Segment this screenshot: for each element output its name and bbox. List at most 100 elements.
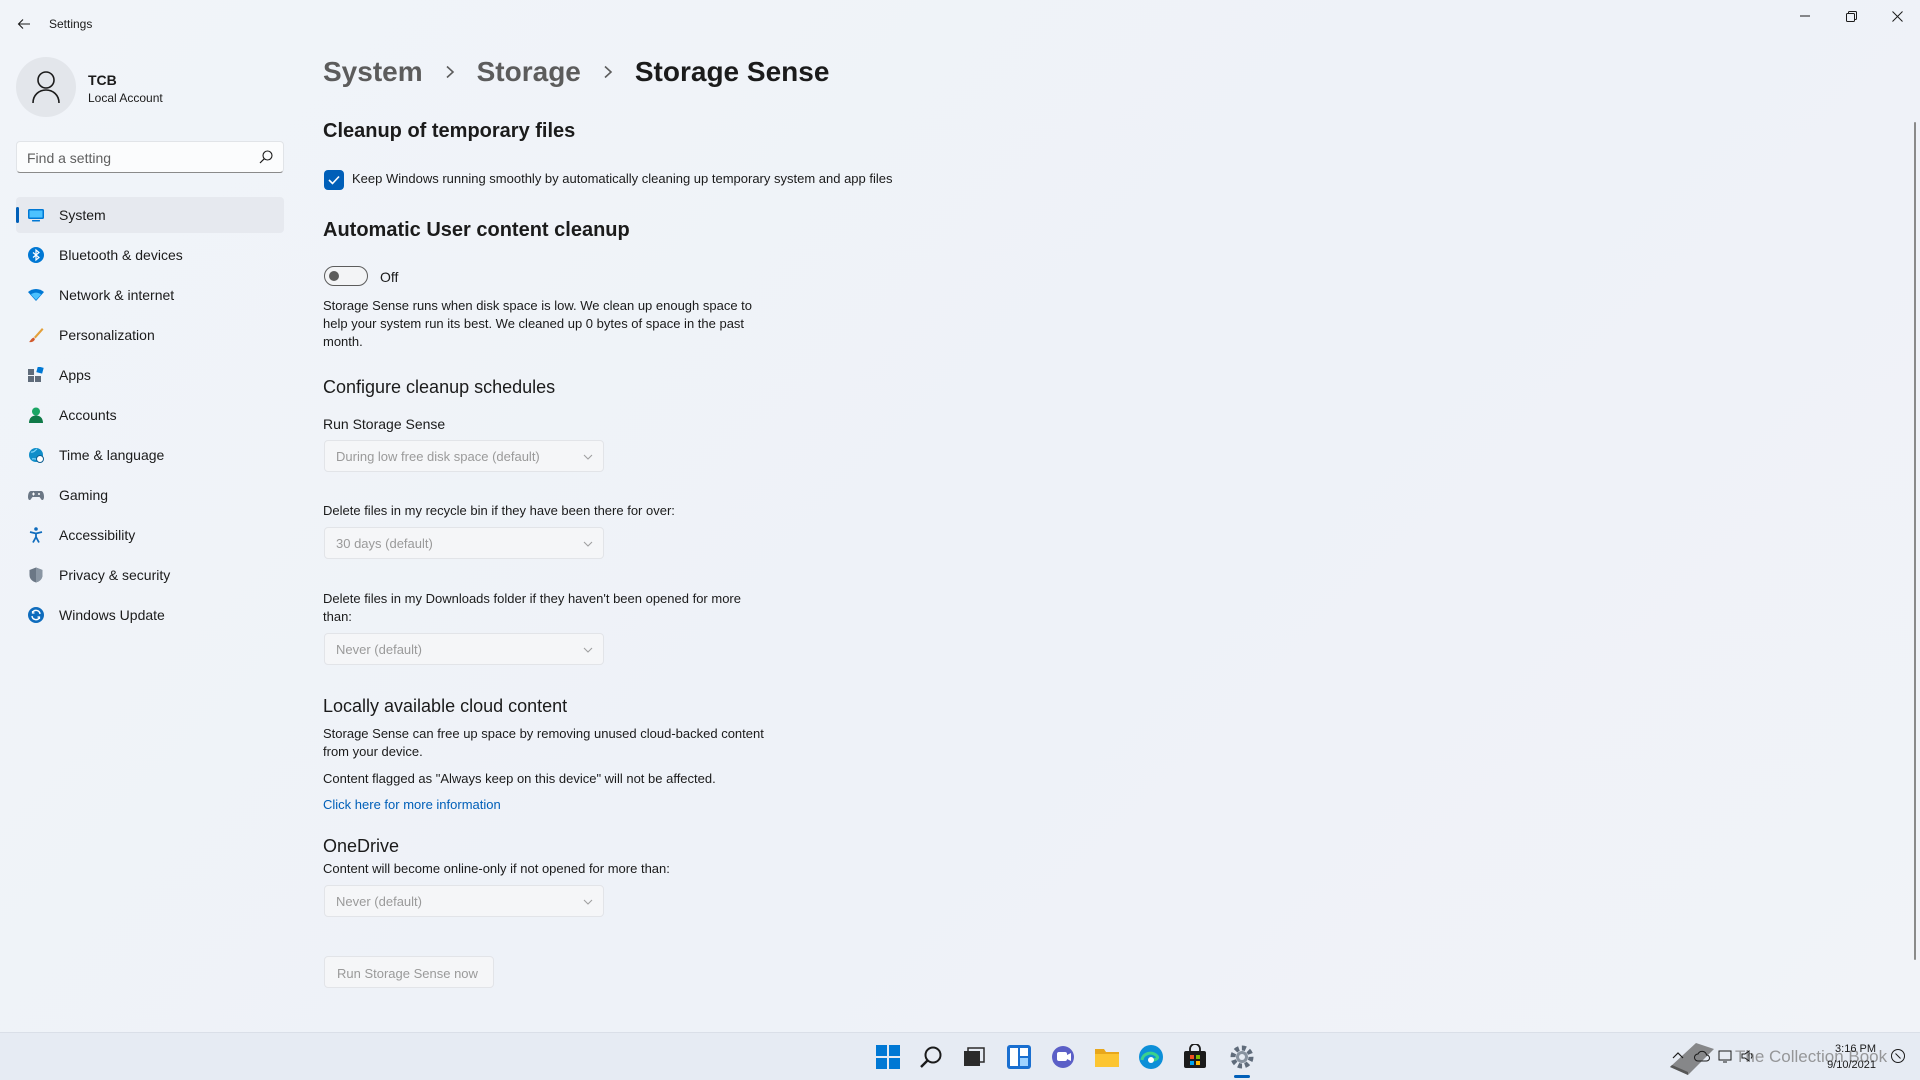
chevron-up-icon[interactable] — [1670, 1048, 1686, 1064]
sidebar-item-time-language[interactable]: Time & language — [16, 437, 284, 473]
clock-date[interactable]: 9/10/2021 — [1827, 1059, 1876, 1071]
auto-cleanup-heading: Automatic User content cleanup — [323, 219, 630, 241]
sidebar-item-personalization[interactable]: Personalization — [16, 317, 284, 353]
widgets-button[interactable] — [1005, 1043, 1033, 1071]
sidebar-item-network[interactable]: Network & internet — [16, 277, 284, 313]
breadcrumb-storage[interactable]: Storage — [477, 56, 581, 88]
clock-time[interactable]: 3:16 PM — [1835, 1043, 1876, 1055]
account-type: Local Account — [88, 91, 163, 105]
search-input[interactable]: Find a setting — [16, 141, 284, 173]
bluetooth-icon — [28, 247, 44, 263]
gamepad-icon — [28, 491, 44, 501]
sidebar-item-label: Bluetooth & devices — [59, 247, 183, 263]
onedrive-heading: OneDrive — [323, 836, 400, 856]
widgets-icon — [1007, 1045, 1031, 1069]
settings-button[interactable] — [1228, 1043, 1256, 1071]
sidebar-item-bluetooth[interactable]: Bluetooth & devices — [16, 237, 284, 273]
minimize-button[interactable] — [1782, 0, 1828, 32]
file-explorer-icon — [1095, 1049, 1119, 1067]
volume-icon[interactable] — [1740, 1048, 1756, 1064]
person-icon — [32, 71, 60, 104]
accessibility-icon — [29, 527, 43, 543]
dropdown-value: Never (default) — [336, 642, 422, 657]
task-view-button[interactable] — [960, 1043, 988, 1071]
wifi-icon — [28, 289, 44, 301]
globe-clock-icon — [29, 448, 44, 463]
sidebar-item-accessibility[interactable]: Accessibility — [16, 517, 284, 553]
sidebar-item-accounts[interactable]: Accounts — [16, 397, 284, 433]
breadcrumb: System Storage Storage Sense — [323, 56, 829, 88]
page-title: Storage Sense — [634, 56, 830, 87]
chevron-down-icon — [583, 454, 593, 460]
brush-icon — [29, 328, 44, 343]
sidebar-item-gaming[interactable]: Gaming — [16, 477, 284, 513]
cloud-content-description: Storage Sense can free up space by remov… — [323, 726, 764, 759]
edge-icon — [1139, 1045, 1163, 1069]
chevron-down-icon — [583, 541, 593, 547]
edge-button[interactable] — [1137, 1043, 1165, 1071]
network-icon[interactable] — [1718, 1048, 1734, 1064]
recycle-bin-dropdown[interactable]: 30 days (default) — [324, 527, 604, 559]
search-placeholder: Find a setting — [27, 150, 112, 166]
onedrive-dropdown[interactable]: Never (default) — [324, 885, 604, 917]
notification-icon[interactable] — [1890, 1048, 1906, 1064]
sidebar-item-windows-update[interactable]: Windows Update — [16, 597, 284, 633]
chevron-right-icon — [604, 65, 613, 79]
restore-button[interactable] — [1828, 0, 1874, 32]
temp-files-checkbox[interactable] — [324, 170, 344, 190]
shield-icon — [29, 567, 43, 583]
close-button[interactable] — [1874, 0, 1920, 32]
auto-cleanup-toggle[interactable] — [324, 266, 368, 286]
task-view-icon — [964, 1047, 985, 1066]
onedrive-label: Content will become online-only if not o… — [323, 861, 670, 876]
system-tray: 3:16 PM 9/10/2021 — [1670, 1033, 1920, 1080]
close-icon — [1891, 10, 1903, 22]
cloud-content-note: Content flagged as "Always keep on this … — [323, 771, 716, 786]
more-info-link[interactable]: Click here for more information — [323, 797, 501, 812]
breadcrumb-system[interactable]: System — [323, 56, 423, 88]
onedrive-cloud-icon[interactable] — [1694, 1048, 1710, 1064]
search-icon — [920, 1046, 942, 1068]
downloads-label: Delete files in my Downloads folder if t… — [323, 591, 741, 624]
sidebar-item-label: Privacy & security — [59, 567, 171, 583]
start-icon — [876, 1045, 900, 1069]
minimize-icon — [1800, 15, 1810, 17]
back-button[interactable] — [12, 12, 36, 36]
sidebar-item-label: Accounts — [59, 407, 117, 423]
store-icon — [1184, 1044, 1206, 1068]
sidebar-item-privacy[interactable]: Privacy & security — [16, 557, 284, 593]
dropdown-value: 30 days (default) — [336, 536, 433, 551]
sidebar-item-system[interactable]: System — [16, 197, 284, 233]
search-icon[interactable] — [259, 150, 273, 164]
user-profile[interactable]: TCB Local Account — [16, 57, 286, 117]
downloads-dropdown[interactable]: Never (default) — [324, 633, 604, 665]
title-bar: Settings — [0, 0, 1920, 48]
avatar[interactable] — [16, 57, 76, 117]
temp-files-checkbox-label[interactable]: Keep Windows running smoothly by automat… — [352, 171, 893, 186]
taskbar-search-button[interactable] — [917, 1043, 945, 1071]
scrollbar[interactable] — [1914, 122, 1916, 960]
monitor-icon — [28, 209, 44, 222]
update-icon — [28, 607, 44, 623]
store-button[interactable] — [1181, 1043, 1209, 1071]
sidebar-item-label: Personalization — [59, 327, 155, 343]
sidebar-item-label: Apps — [59, 367, 91, 383]
sidebar-item-apps[interactable]: Apps — [16, 357, 284, 393]
chevron-down-icon — [583, 647, 593, 653]
temp-files-heading: Cleanup of temporary files — [323, 120, 576, 142]
taskbar: The Collection Book 3:16 PM 9/10/2021 — [0, 1032, 1920, 1080]
chevron-down-icon — [583, 899, 593, 905]
app-title: Settings — [49, 17, 93, 31]
sidebar-item-label: Network & internet — [59, 287, 175, 303]
cloud-content-heading: Locally available cloud content — [323, 696, 568, 716]
run-storage-sense-dropdown[interactable]: During low free disk space (default) — [324, 440, 604, 472]
apps-icon — [28, 367, 44, 382]
run-storage-sense-button[interactable]: Run Storage Sense now — [324, 956, 494, 988]
chat-button[interactable] — [1049, 1043, 1077, 1071]
start-button[interactable] — [874, 1043, 902, 1071]
schedules-heading: Configure cleanup schedules — [323, 377, 556, 397]
file-explorer-button[interactable] — [1093, 1043, 1121, 1071]
chat-icon — [1052, 1046, 1074, 1068]
recycle-bin-label: Delete files in my recycle bin if they h… — [323, 503, 675, 518]
sidebar-item-label: Accessibility — [59, 527, 136, 543]
